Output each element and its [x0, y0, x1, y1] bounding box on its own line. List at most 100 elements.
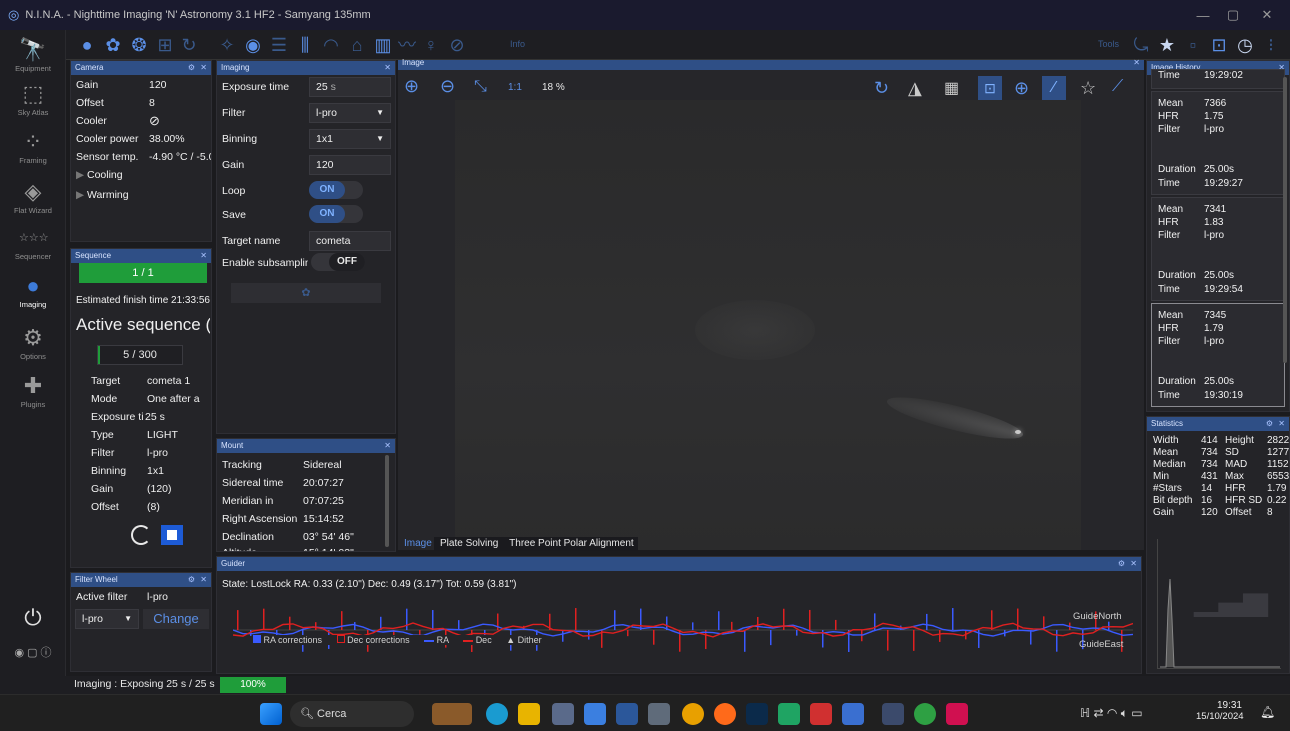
change-filter-button[interactable]: Change [143, 609, 209, 629]
grid-icon[interactable]: ▦ [944, 78, 959, 98]
history-icon[interactable]: ◷ [1234, 34, 1256, 56]
tab-polar-alignment[interactable]: Three Point Polar Alignment [509, 538, 634, 549]
close-button[interactable]: ✕ [1244, 0, 1290, 30]
rotator-status-icon[interactable]: ⊞ [154, 34, 176, 56]
taskbar-search[interactable]: 🔍︎ Cerca [290, 701, 414, 727]
rail-footer-icons[interactable]: ◉ ▢ ⓘ [0, 644, 66, 660]
subsampling-toggle[interactable]: OFF [311, 253, 365, 271]
camera-status-icon[interactable]: ● [76, 34, 98, 56]
safety-status-icon[interactable]: ♀ [420, 34, 442, 56]
tray-icons[interactable]: ℍ ⇄ ◠ 🔈︎ ▭ [1080, 706, 1143, 721]
tools-expand-icon[interactable]: ⤿ [1130, 34, 1152, 56]
crosshair-icon[interactable]: ⊕ [1014, 78, 1029, 99]
loop-toggle[interactable]: ON [309, 181, 363, 199]
notification-bell-icon[interactable]: 🔔︎ [1260, 705, 1275, 719]
history-card-0[interactable]: Time 19:29:02 [1151, 69, 1285, 89]
exposure-input[interactable]: 25 s [309, 77, 391, 97]
target-icon[interactable]: ⊡ [1208, 34, 1230, 56]
captured-image[interactable] [455, 100, 1081, 550]
power-button[interactable]: ⏻ [0, 606, 66, 632]
focuser-status-icon[interactable]: ❂ [128, 34, 150, 56]
zoom-in-icon[interactable]: ⊕ [404, 76, 419, 97]
clock[interactable]: 19:31 15/10/2024 [1196, 700, 1244, 722]
fit-icon[interactable]: ⤡ [474, 78, 487, 96]
calculator-icon[interactable] [648, 703, 670, 725]
sharpcap-icon[interactable] [946, 703, 968, 725]
mount-scrollbar[interactable] [385, 455, 389, 547]
capture-button[interactable]: ✿ [231, 283, 381, 303]
info-status-icon[interactable]: ⊘ [446, 34, 468, 56]
gain-input[interactable]: 120 [309, 155, 391, 175]
rail-sequencer[interactable]: ☆☆☆ Sequencer [0, 226, 66, 261]
star-annotate-icon[interactable]: ☆ [1080, 78, 1096, 99]
weather-status-icon[interactable]: 〰 [396, 34, 418, 56]
close-icon[interactable]: ✕ [1130, 557, 1137, 571]
firefox-icon[interactable] [714, 703, 736, 725]
close-icon[interactable]: ✕ [200, 573, 207, 587]
rail-plugins[interactable]: ✚ Plugins [0, 374, 66, 410]
rail-equipment[interactable]: 🔭 Equipment [0, 38, 66, 74]
stop-sequence-button[interactable] [161, 525, 183, 545]
refresh-status-icon[interactable]: ↻ [178, 34, 200, 56]
nina-taskbar-icon[interactable] [882, 703, 904, 725]
tab-plate-solving[interactable]: Plate Solving [440, 538, 498, 549]
tools-label[interactable]: Tools [1098, 39, 1119, 49]
filterwheel-status-icon[interactable]: ✿ [102, 34, 124, 56]
detect-stars-icon[interactable]: ⊡ [978, 76, 1002, 100]
rail-options[interactable]: ⚙ Options [0, 326, 66, 362]
app-arrow-icon[interactable] [842, 703, 864, 725]
close-icon[interactable]: ✕ [200, 249, 207, 263]
histogram-status-icon[interactable]: ▥ [372, 34, 394, 56]
file-explorer-icon[interactable] [518, 703, 540, 725]
history-card-3[interactable]: Mean 7345 HFR 1.79 Filter l-pro Duration 25.… [1151, 303, 1285, 407]
warming-expander[interactable]: ▶ Warming [76, 189, 129, 201]
observatory-status-icon[interactable]: ⌂ [346, 34, 368, 56]
guider-status-icon[interactable]: ◉ [242, 34, 264, 56]
rail-flatwizard[interactable]: ◈ Flat Wizard [0, 180, 66, 216]
close-icon[interactable]: ✕ [384, 61, 391, 75]
telescope-status-icon[interactable]: ✧ [216, 34, 238, 56]
info-label[interactable]: Info [510, 39, 525, 49]
close-icon[interactable]: ✕ [1133, 58, 1140, 67]
word-icon[interactable] [616, 703, 638, 725]
history-scrollbar[interactable] [1283, 77, 1287, 363]
settings-icon[interactable]: ⚙ [188, 61, 195, 75]
autofocus-icon[interactable]: ▫ [1182, 34, 1204, 56]
dome-status-icon[interactable]: ◠ [320, 34, 342, 56]
rail-skyatlas[interactable]: ⬚ Sky Atlas [0, 82, 66, 118]
rail-imaging[interactable]: ● Imaging [0, 274, 66, 310]
settings-app-icon[interactable] [552, 703, 574, 725]
target-name-input[interactable]: cometa [309, 231, 391, 251]
widgets-icon[interactable] [432, 703, 472, 725]
drive-icon[interactable] [778, 703, 800, 725]
rotate-icon[interactable]: ↻ [874, 78, 889, 99]
flat-status-icon[interactable]: ⫼ [294, 34, 316, 56]
filter-select[interactable]: l-pro ▼ [75, 609, 139, 629]
chrome-icon[interactable] [682, 703, 704, 725]
history-card-2[interactable]: Mean 7341 HFR 1.83 Filter l-pro Duration 25.… [1151, 197, 1285, 301]
star-pin-icon[interactable]: ★ [1156, 34, 1178, 56]
photoshop-icon[interactable] [746, 703, 768, 725]
binning-dropdown[interactable]: 1x1 ▼ [309, 129, 391, 149]
settings-icon[interactable]: ⚙ [1118, 557, 1125, 571]
close-icon[interactable]: ✕ [200, 61, 207, 75]
phd2-icon[interactable] [914, 703, 936, 725]
zoom-1to1-button[interactable]: 1:1 [508, 82, 522, 93]
auto-stretch-icon[interactable]: ⁄ [1042, 76, 1066, 100]
zoom-out-icon[interactable]: ⊖ [440, 76, 455, 97]
rail-framing[interactable]: ⁘ Framing [0, 130, 66, 166]
history-card-1[interactable]: Mean 7366 HFR 1.75 Filter l-pro Duration 25.… [1151, 91, 1285, 195]
settings-icon[interactable]: ⚙ [188, 573, 195, 587]
filter-dropdown[interactable]: l-pro ▼ [309, 103, 391, 123]
close-icon[interactable]: ✕ [1278, 417, 1285, 431]
switch-status-icon[interactable]: ☰ [268, 34, 290, 56]
save-toggle[interactable]: ON [309, 205, 363, 223]
tab-image[interactable]: Image [404, 537, 432, 551]
bahtinov-icon[interactable]: ⟋ [1112, 78, 1123, 96]
close-icon[interactable]: ✕ [384, 439, 391, 453]
anydesk-icon[interactable] [810, 703, 832, 725]
windows-start-icon[interactable] [260, 703, 282, 725]
notepad-icon[interactable] [584, 703, 606, 725]
cooling-expander[interactable]: ▶ Cooling [76, 169, 123, 181]
more-icon[interactable]: ⁝ [1260, 34, 1282, 56]
